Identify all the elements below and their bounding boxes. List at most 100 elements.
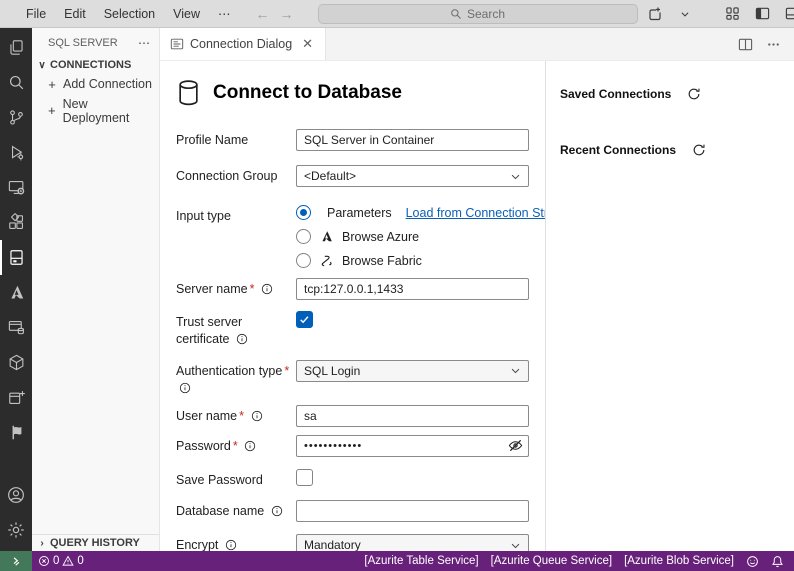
warning-count: 0	[77, 555, 83, 567]
azurite-queue-service-item[interactable]: [Azurite Queue Service]	[485, 551, 618, 571]
azurite-blob-service-item[interactable]: [Azurite Blob Service]	[618, 551, 740, 571]
split-editor-icon[interactable]	[734, 33, 756, 55]
authentication-type-select[interactable]: SQL Login	[296, 360, 529, 382]
database-name-input[interactable]	[296, 500, 529, 522]
info-icon[interactable]	[179, 382, 191, 394]
trust-server-certificate-label: Trust server certificate	[176, 311, 296, 348]
title-bar: File Edit Selection View ⋯ ← → Search	[0, 0, 794, 28]
menu-selection[interactable]: Selection	[96, 4, 163, 24]
authentication-type-row: Authentication type* SQL Login	[176, 360, 529, 397]
info-icon[interactable]	[251, 410, 263, 422]
recent-connections-title: Recent Connections	[560, 143, 676, 157]
error-icon	[38, 555, 50, 567]
connection-group-select[interactable]: <Default>	[296, 165, 529, 187]
input-type-option-browse-fabric[interactable]: Browse Fabric	[296, 253, 529, 268]
account-icon[interactable]	[0, 477, 32, 512]
parameters-label: Parameters	[327, 206, 392, 220]
profile-name-label: Profile Name	[176, 129, 296, 151]
authentication-type-value: SQL Login	[304, 364, 360, 378]
info-icon[interactable]	[261, 283, 273, 295]
sidebar-sql-server: SQL SERVER ⋯ ∨ CONNECTIONS + Add Connect…	[32, 28, 160, 551]
editor-actions	[734, 28, 794, 60]
sql-server-icon[interactable]	[0, 240, 32, 275]
plus-icon: +	[46, 77, 58, 92]
explorer-icon[interactable]	[0, 30, 32, 65]
nav-back-icon[interactable]: ←	[256, 6, 270, 22]
nav-forward-icon[interactable]: →	[280, 6, 294, 22]
trust-server-certificate-checkbox[interactable]	[296, 311, 313, 328]
info-icon[interactable]	[225, 539, 237, 551]
load-from-connection-string-link[interactable]: Load from Connection String	[406, 206, 545, 220]
password-row: Password*	[176, 435, 529, 457]
copilot-chat-icon[interactable]	[642, 3, 668, 25]
save-password-label: Save Password	[176, 469, 296, 489]
azurite-flag-icon[interactable]	[0, 415, 32, 450]
required-marker: *	[233, 439, 238, 453]
command-search-box[interactable]: Search	[318, 4, 638, 24]
source-control-icon[interactable]	[0, 100, 32, 135]
remote-explorer-icon[interactable]	[0, 170, 32, 205]
radio-unchecked-icon[interactable]	[296, 253, 311, 268]
settings-gear-icon[interactable]	[0, 512, 32, 547]
radio-checked-icon[interactable]	[296, 205, 311, 220]
tab-close-icon[interactable]: ✕	[298, 35, 317, 53]
add-connection-label: Add Connection	[63, 77, 152, 91]
search-sidebar-icon[interactable]	[0, 65, 32, 100]
input-type-option-parameters[interactable]: Parameters Load from Connection String	[296, 205, 529, 220]
save-password-checkbox[interactable]	[296, 469, 313, 486]
toggle-password-visibility-button[interactable]	[506, 438, 524, 454]
dev-containers-cube-icon[interactable]	[0, 345, 32, 380]
info-icon[interactable]	[271, 505, 283, 517]
sidebar-item-new-deployment[interactable]: + New Deployment	[32, 94, 159, 127]
refresh-icon[interactable]	[685, 85, 703, 103]
required-marker: *	[239, 409, 244, 423]
connections-browser-panel: Saved Connections Recent Connections	[546, 61, 794, 551]
sidebar-more-actions-icon[interactable]: ⋯	[138, 36, 151, 50]
new-window-icon[interactable]	[0, 380, 32, 415]
encrypt-select[interactable]: Mandatory	[296, 534, 529, 551]
extensions-icon[interactable]	[0, 205, 32, 240]
menu-edit[interactable]: Edit	[56, 4, 94, 24]
password-input[interactable]	[296, 435, 529, 457]
azure-icon[interactable]	[0, 275, 32, 310]
saved-connections-section: Saved Connections	[560, 85, 794, 103]
profile-name-row: Profile Name	[176, 129, 529, 151]
container-apps-icon[interactable]	[0, 310, 32, 345]
database-name-row: Database name	[176, 500, 529, 522]
editor-group: Connection Dialog ✕ C	[160, 28, 794, 551]
encrypt-label: Encrypt	[176, 534, 296, 551]
notifications-bell-icon[interactable]	[765, 551, 794, 571]
connection-dialog-form: Connect to Database Profile Name Connect…	[160, 61, 545, 551]
sidebar-item-add-connection[interactable]: + Add Connection	[32, 74, 159, 94]
refresh-icon[interactable]	[690, 141, 708, 159]
info-icon[interactable]	[244, 440, 256, 452]
azurite-table-service-item[interactable]: [Azurite Table Service]	[358, 551, 484, 571]
customize-layout-icon[interactable]	[720, 3, 746, 25]
toggle-primary-sidebar-icon[interactable]	[750, 3, 776, 25]
connections-section-header[interactable]: ∨ CONNECTIONS	[32, 56, 159, 74]
encrypt-value: Mandatory	[304, 538, 361, 551]
menu-more-button[interactable]: ⋯	[210, 3, 240, 24]
activity-bar	[0, 28, 32, 551]
menu-file[interactable]: File	[18, 4, 54, 24]
user-name-label: User name*	[176, 405, 296, 427]
query-history-section-header[interactable]: › QUERY HISTORY	[32, 534, 159, 551]
info-icon[interactable]	[236, 333, 248, 345]
profile-name-input[interactable]	[296, 129, 529, 151]
user-name-input[interactable]	[296, 405, 529, 427]
more-actions-icon[interactable]	[762, 33, 784, 55]
feedback-icon[interactable]	[740, 551, 765, 571]
radio-unchecked-icon[interactable]	[296, 229, 311, 244]
remote-indicator[interactable]	[0, 551, 32, 571]
tab-connection-dialog[interactable]: Connection Dialog ✕	[160, 28, 326, 60]
run-and-debug-icon[interactable]	[0, 135, 32, 170]
recent-connections-section: Recent Connections	[560, 141, 794, 159]
remote-icon	[10, 555, 23, 568]
toggle-panel-icon[interactable]	[780, 3, 794, 25]
problems-indicator[interactable]: 0 0	[32, 551, 90, 571]
warning-icon	[62, 555, 74, 567]
input-type-option-browse-azure[interactable]: Browse Azure	[296, 229, 529, 244]
copilot-chevron-down-icon[interactable]	[672, 3, 698, 25]
menu-view[interactable]: View	[165, 4, 208, 24]
server-name-input[interactable]	[296, 278, 529, 300]
